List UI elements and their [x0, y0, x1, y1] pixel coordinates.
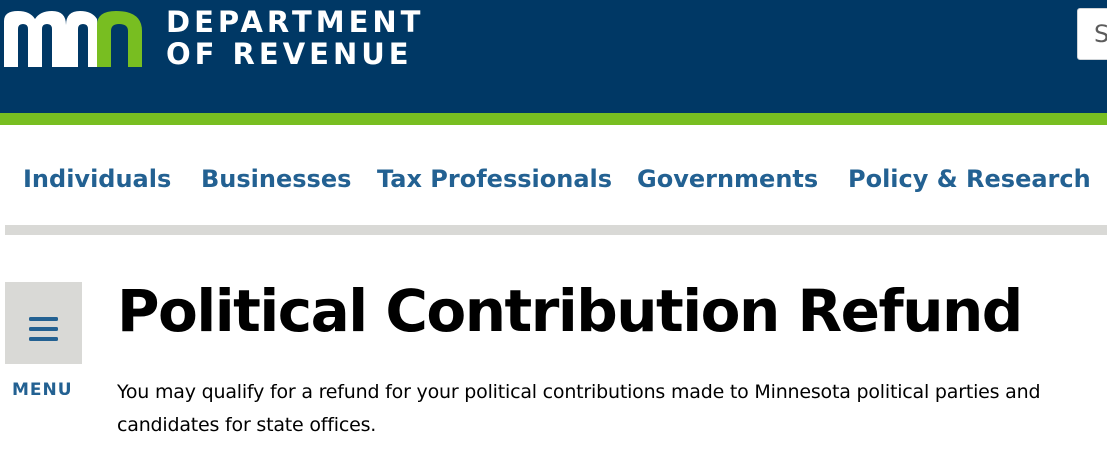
- site-header: DEPARTMENT OF REVENUE S: [0, 0, 1107, 113]
- department-name[interactable]: DEPARTMENT OF REVENUE: [166, 6, 424, 70]
- nav-item-governments[interactable]: Governments: [637, 165, 818, 193]
- menu-button[interactable]: [5, 282, 82, 364]
- department-name-line1: DEPARTMENT: [166, 5, 425, 39]
- nav-item-policy-research[interactable]: Policy & Research: [848, 165, 1091, 193]
- nav-item-individuals[interactable]: Individuals: [23, 165, 171, 193]
- search-input[interactable]: S: [1077, 8, 1107, 60]
- page-title: Political Contribution Refund: [117, 277, 1023, 345]
- nav-item-businesses[interactable]: Businesses: [201, 165, 351, 193]
- accent-bar: [0, 113, 1107, 125]
- main-nav: Individuals Businesses Tax Professionals…: [0, 125, 1107, 225]
- intro-paragraph: You may qualify for a refund for your po…: [117, 381, 1041, 436]
- hamburger-icon: [29, 317, 58, 341]
- menu-label[interactable]: MENU: [12, 380, 73, 400]
- search-input-text: S: [1094, 20, 1107, 48]
- nav-divider: [5, 225, 1107, 235]
- nav-item-tax-professionals[interactable]: Tax Professionals: [377, 165, 612, 193]
- mn-logo[interactable]: [4, 9, 146, 69]
- department-name-line2: OF REVENUE: [166, 37, 413, 71]
